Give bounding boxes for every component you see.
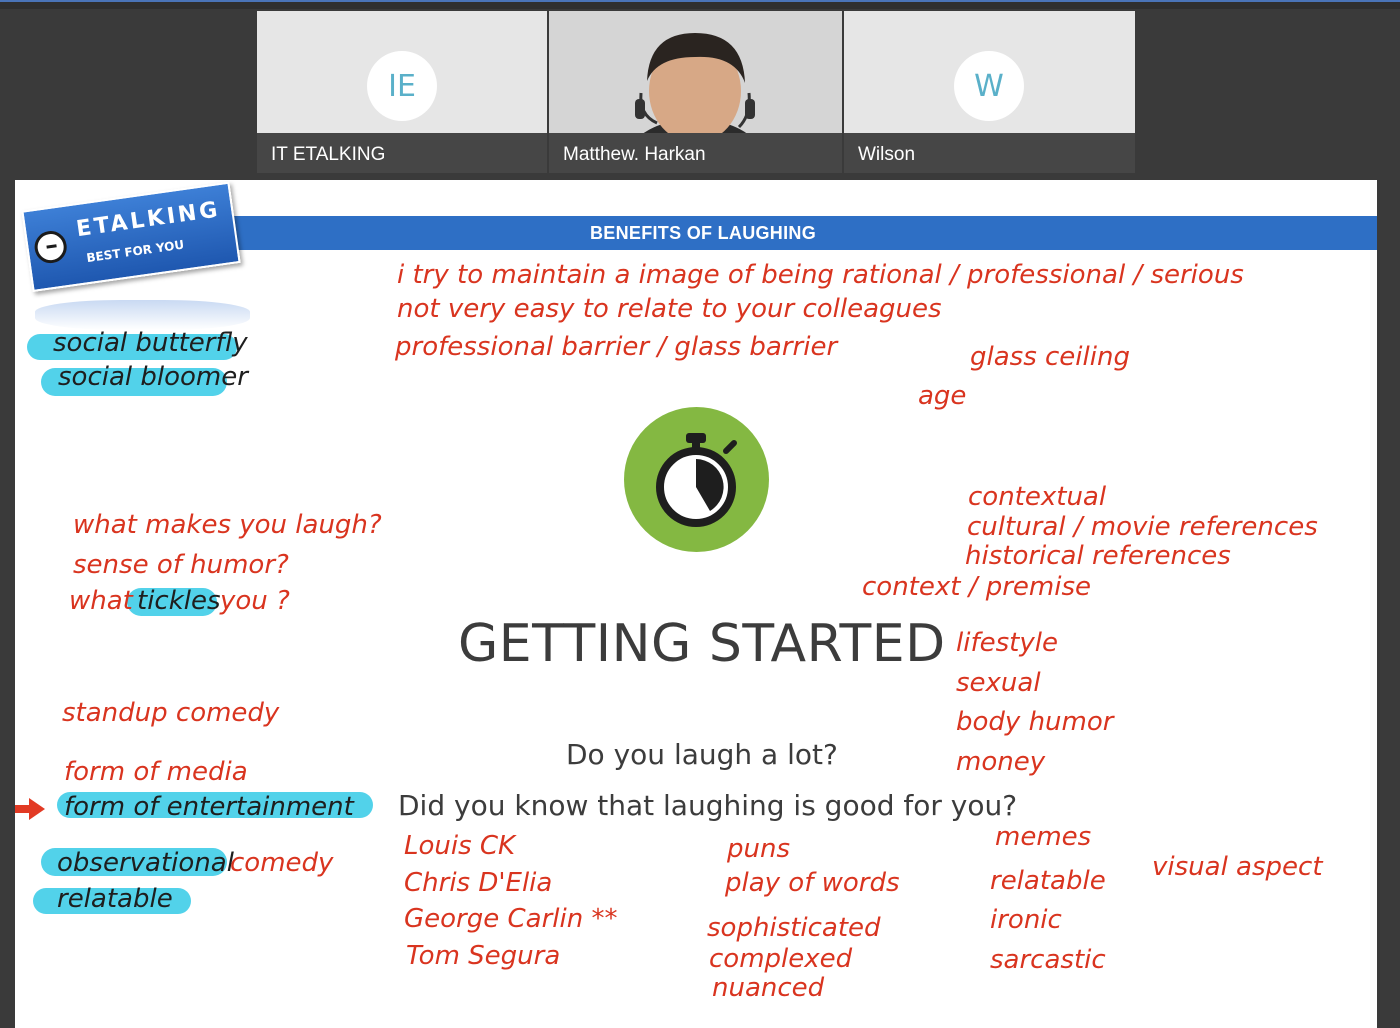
note-memes: memes xyxy=(995,822,1092,852)
window-top-bar xyxy=(0,0,1400,9)
participant-avatar: IE xyxy=(367,51,437,121)
note-puns: puns xyxy=(727,834,791,864)
note-louis-ck: Louis CK xyxy=(404,831,516,861)
note-historical: historical references xyxy=(965,541,1231,571)
note-complexed: complexed xyxy=(709,944,853,974)
participant-avatar: W xyxy=(954,51,1024,121)
note-rational: i try to maintain a image of being ratio… xyxy=(397,260,1244,290)
question-laughing-good: Did you know that laughing is good for y… xyxy=(398,789,1018,822)
note-comedy: comedy xyxy=(230,848,334,878)
note-tom-segura: Tom Segura xyxy=(406,941,561,971)
shared-slide: BENEFITS OF LAUGHING ETALKING BEST FOR Y… xyxy=(15,180,1377,1028)
note-age: age xyxy=(918,381,967,411)
note-ironic: ironic xyxy=(990,905,1062,935)
etalking-logo: ETALKING BEST FOR YOU xyxy=(21,181,241,306)
note-social-bloomer: social bloomer xyxy=(58,362,248,392)
note-context-premise: context / premise xyxy=(862,572,1092,602)
question-laugh-a-lot: Do you laugh a lot? xyxy=(566,738,838,771)
note-form-of-entertainment: form of entertainment xyxy=(64,792,354,822)
note-relatable-right: relatable xyxy=(990,866,1106,896)
note-george-carlin: George Carlin ** xyxy=(404,904,618,934)
participant-name-bar: IT ETALKING xyxy=(257,133,547,173)
participant-tile-it-etalking[interactable]: IE IT ETALKING xyxy=(257,11,547,173)
slide-banner-text: BENEFITS OF LAUGHING xyxy=(590,223,816,243)
note-body-humor: body humor xyxy=(956,707,1114,737)
participant-name: IT ETALKING xyxy=(271,144,386,165)
note-standup-comedy: standup comedy xyxy=(62,698,280,728)
note-observational: observational xyxy=(57,848,234,878)
note-relatable-left: relatable xyxy=(57,884,173,914)
participant-tile-wilson[interactable]: W Wilson xyxy=(844,11,1135,173)
note-glass-ceiling: glass ceiling xyxy=(970,342,1130,372)
note-social-butterfly: social butterfly xyxy=(53,328,248,358)
note-money: money xyxy=(956,747,1046,777)
note-barrier: professional barrier / glass barrier xyxy=(395,332,838,362)
slide-title: GETTING STARTED xyxy=(458,614,946,674)
participant-tile-matthew-harkan[interactable]: Matthew. Harkan xyxy=(549,11,842,173)
note-visual-aspect: visual aspect xyxy=(1152,852,1323,882)
logo-sub-text: BEST FOR YOU xyxy=(85,237,185,266)
note-relate: not very easy to relate to your colleagu… xyxy=(397,294,942,324)
note-sophisticated: sophisticated xyxy=(707,913,881,943)
note-play-of-words: play of words xyxy=(725,868,900,898)
note-sense-of-humor: sense of humor? xyxy=(73,550,289,580)
participant-name: Wilson xyxy=(858,144,916,165)
note-what: what xyxy=(69,586,133,616)
note-nuanced: nuanced xyxy=(712,973,825,1003)
participant-name-bar: Wilson xyxy=(844,133,1135,173)
stopwatch-icon xyxy=(624,407,769,552)
note-lifestyle: lifestyle xyxy=(956,628,1058,658)
note-what-makes-you-laugh: what makes you laugh? xyxy=(73,510,382,540)
note-form-of-media: form of media xyxy=(64,757,248,787)
note-tickles: tickles xyxy=(137,586,221,616)
note-chris-delia: Chris D'Elia xyxy=(404,868,553,898)
arrow-icon xyxy=(15,798,45,820)
participant-name-bar: Matthew. Harkan xyxy=(549,133,842,173)
participant-name: Matthew. Harkan xyxy=(563,144,706,165)
note-sexual: sexual xyxy=(956,668,1041,698)
logo-main-text: ETALKING xyxy=(74,197,222,243)
logo-shadow xyxy=(35,300,250,330)
logo-mark-icon xyxy=(32,229,69,266)
note-you: you ? xyxy=(220,586,290,616)
note-cultural: cultural / movie references xyxy=(967,512,1318,542)
note-contextual: contextual xyxy=(968,482,1107,512)
note-sarcastic: sarcastic xyxy=(990,945,1106,975)
